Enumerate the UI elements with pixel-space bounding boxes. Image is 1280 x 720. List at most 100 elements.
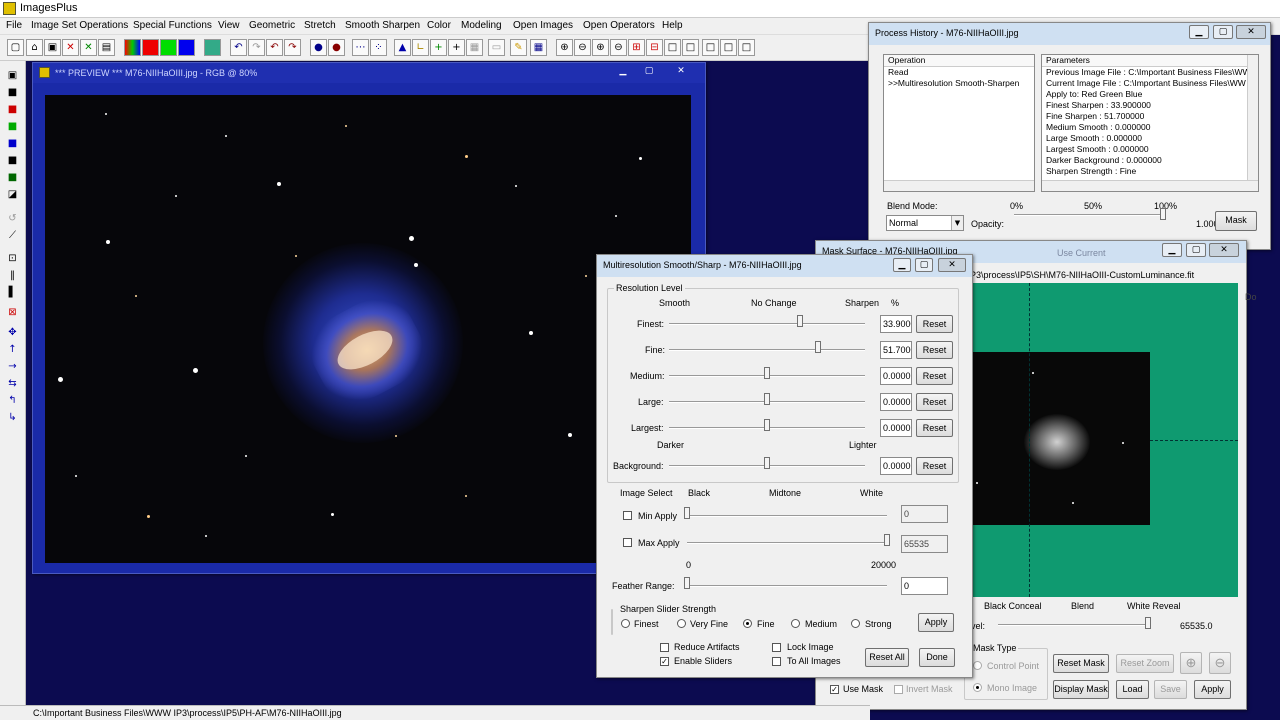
zoom-actual-icon[interactable]: ⊖ [610, 39, 627, 56]
horizontal-scrollbar[interactable] [1042, 180, 1258, 191]
level-slider-track[interactable] [998, 624, 1150, 626]
curve-icon[interactable]: ∟ [412, 39, 429, 56]
reset-zoom-button[interactable]: Reset Zoom [1116, 654, 1174, 673]
feather-value-field[interactable]: 0 [901, 577, 948, 595]
level-slider-thumb[interactable] [1145, 617, 1151, 629]
line-icon[interactable]: ⟋ [5, 228, 20, 243]
max-apply-checkbox[interactable] [623, 538, 632, 547]
finest-slider-thumb[interactable] [797, 315, 804, 327]
min-apply-value-field[interactable]: 0 [901, 505, 948, 523]
largest-reset-button[interactable]: Reset [916, 419, 953, 437]
control-point-radio[interactable] [973, 661, 982, 670]
horizontal-scrollbar[interactable] [884, 180, 1034, 191]
crosshair-green-icon[interactable]: + [430, 39, 447, 56]
arrow-right-icon[interactable]: → [5, 359, 20, 374]
large-slider-thumb[interactable] [764, 393, 770, 405]
mask-button[interactable]: Mask [1215, 211, 1257, 231]
medium-reset-button[interactable]: Reset [916, 367, 953, 385]
invert-mask-checkbox[interactable] [894, 685, 903, 694]
black-channel-icon[interactable]: ■ [5, 85, 20, 100]
largest-value-field[interactable]: 0.0000 [880, 419, 912, 437]
feather-slider-thumb[interactable] [684, 577, 690, 589]
strength-fine-radio[interactable] [743, 619, 752, 628]
select-disabled-icon[interactable]: ▭ [488, 39, 505, 56]
table-icon[interactable]: ▦ [530, 39, 547, 56]
rgb-channels-icon[interactable] [124, 39, 141, 56]
use-mask-checkbox[interactable]: ✓ [830, 685, 839, 694]
min-apply-checkbox[interactable] [623, 511, 632, 520]
record-blue-icon[interactable]: ● [310, 39, 327, 56]
vertical-scrollbar[interactable] [1247, 55, 1258, 181]
channel-green-icon[interactable]: ■ [5, 170, 20, 185]
preview-image[interactable] [45, 95, 691, 563]
windows-icon[interactable]: ▤ [98, 39, 115, 56]
max-apply-value-field[interactable]: 65535 [901, 535, 948, 553]
minimize-icon[interactable]: ▁ [613, 65, 633, 79]
opacity-slider-thumb[interactable] [1160, 208, 1166, 220]
largest-slider-thumb[interactable] [764, 419, 770, 431]
reduce-artifacts-checkbox[interactable] [660, 643, 669, 652]
fine-reset-button[interactable]: Reset [916, 341, 953, 359]
menu-stretch[interactable]: Stretch [304, 20, 336, 31]
close-icon[interactable]: ✕ [1236, 25, 1266, 39]
finest-reset-button[interactable]: Reset [916, 315, 953, 333]
column-icon[interactable]: ▌ [5, 285, 20, 300]
select-rect-icon[interactable]: ▦ [466, 39, 483, 56]
min-apply-slider-track[interactable] [687, 515, 887, 517]
menu-view[interactable]: View [218, 20, 240, 31]
histogram-icon[interactable]: ▲ [394, 39, 411, 56]
bars-icon[interactable]: ‖ [5, 268, 20, 283]
strength-very-fine-radio[interactable] [677, 619, 686, 628]
flip-icon[interactable]: ⇆ [5, 376, 20, 391]
minimize-icon[interactable]: ▁ [893, 258, 911, 272]
pencil-icon[interactable]: ✎ [510, 39, 527, 56]
crosshair-icon[interactable]: + [448, 39, 465, 56]
new-file-icon[interactable]: ▢ [7, 39, 24, 56]
lock-image-checkbox[interactable] [772, 643, 781, 652]
menu-geometric[interactable]: Geometric [249, 20, 295, 31]
box-4-icon[interactable]: □ [720, 39, 737, 56]
undo-all-icon[interactable]: ↶ [266, 39, 283, 56]
zoom-out-icon[interactable]: ⊖ [1209, 652, 1231, 674]
maximize-icon[interactable]: ▢ [1213, 25, 1233, 39]
green-channel-icon[interactable] [160, 39, 177, 56]
mono-image-radio[interactable] [973, 683, 982, 692]
menu-special-functions[interactable]: Special Functions [133, 20, 212, 31]
min-apply-slider-thumb[interactable] [684, 507, 690, 519]
points-icon[interactable]: ⁘ [370, 39, 387, 56]
reset-all-button[interactable]: Reset All [865, 648, 909, 667]
maximize-icon[interactable]: ▢ [639, 65, 659, 79]
menu-color[interactable]: Color [427, 20, 451, 31]
operation-item[interactable]: Read [884, 67, 1034, 78]
record-red-icon[interactable]: ● [328, 39, 345, 56]
target-icon[interactable]: ⊡ [5, 251, 20, 266]
medium-value-field[interactable]: 0.0000 [880, 367, 912, 385]
background-reset-button[interactable]: Reset [916, 457, 953, 475]
medium-slider-thumb[interactable] [764, 367, 770, 379]
menu-modeling[interactable]: Modeling [461, 20, 502, 31]
mask-canvas[interactable] [972, 283, 1238, 597]
operation-item[interactable]: >>Multiresolution Smooth-Sharpen [884, 78, 1034, 89]
save-button[interactable]: Save [1154, 680, 1187, 699]
open-folder-icon[interactable]: ⌂ [26, 39, 43, 56]
minimize-icon[interactable]: ▁ [1189, 25, 1209, 39]
strength-strong-radio[interactable] [851, 619, 860, 628]
box-2-icon[interactable]: □ [682, 39, 699, 56]
opacity-slider-track[interactable] [1014, 214, 1162, 216]
enable-sliders-checkbox[interactable]: ✓ [660, 657, 669, 666]
menu-image-set-operations[interactable]: Image Set Operations [31, 20, 128, 31]
box-1-icon[interactable]: □ [664, 39, 681, 56]
redo-all-icon[interactable]: ↷ [284, 39, 301, 56]
done-button[interactable]: Done [919, 648, 955, 667]
blue-channel-icon[interactable] [178, 39, 195, 56]
green-black-icon[interactable]: ■ [5, 119, 20, 134]
chevron-down-icon[interactable]: ▼ [951, 216, 963, 230]
close-icon[interactable]: ✕ [1209, 243, 1239, 257]
menu-file[interactable]: File [6, 20, 22, 31]
operation-list[interactable]: Operation Read >>Multiresolution Smooth-… [883, 54, 1035, 192]
strength-medium-radio[interactable] [791, 619, 800, 628]
grid-channel-icon[interactable] [204, 39, 221, 56]
maximize-icon[interactable]: ▢ [1186, 243, 1206, 257]
strength-finest-radio[interactable] [621, 619, 630, 628]
to-all-images-checkbox[interactable] [772, 657, 781, 666]
